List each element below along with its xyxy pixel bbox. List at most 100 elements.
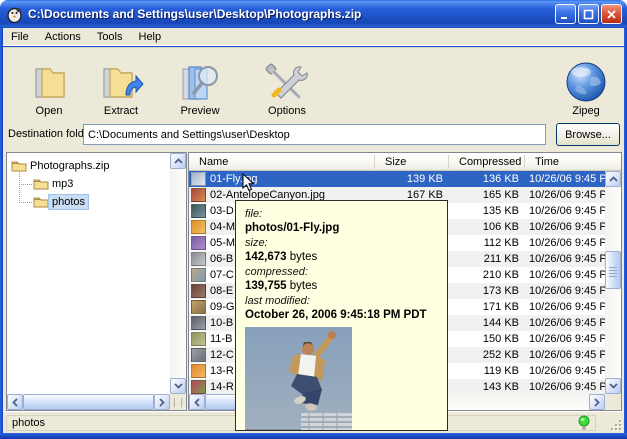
minimize-button[interactable] xyxy=(555,4,576,24)
tree-horizontal-scrollbar[interactable] xyxy=(7,394,170,410)
tree-item-mp3[interactable]: mp3 xyxy=(33,175,76,192)
window-border-left xyxy=(0,28,3,433)
file-thumbnail-icon xyxy=(191,172,206,186)
file-compressed-size: 252 KB xyxy=(449,349,525,361)
scrollbar-thumb[interactable] xyxy=(605,251,621,289)
chevron-left-icon xyxy=(12,398,18,407)
file-thumbnail-icon xyxy=(191,252,206,266)
open-folder-icon xyxy=(28,63,70,103)
file-compressed-size: 119 KB xyxy=(449,365,525,377)
file-compressed-size: 106 KB xyxy=(449,221,525,233)
resize-grip[interactable] xyxy=(609,418,622,431)
scroll-up-button[interactable] xyxy=(170,153,186,169)
file-compressed-size: 136 KB xyxy=(449,173,525,185)
scroll-left-button[interactable] xyxy=(189,394,205,410)
options-label: Options xyxy=(268,105,306,117)
file-thumbnail-icon xyxy=(191,300,206,314)
column-header-name[interactable]: Name xyxy=(189,155,375,169)
chevron-left-icon xyxy=(194,398,200,407)
file-time: 10/26/06 9:45 P xyxy=(525,221,605,233)
tooltip-compressed-label: compressed: xyxy=(245,265,438,279)
tooltip-file-value: photos/01-Fly.jpg xyxy=(245,221,438,236)
splitter-grip[interactable]: ❘❘ xyxy=(170,394,186,410)
destination-input[interactable] xyxy=(83,124,546,145)
tooltip-modified-value: October 26, 2006 9:45:18 PM PDT xyxy=(245,308,438,323)
file-time: 10/26/06 9:45 P xyxy=(525,253,605,265)
menu-file[interactable]: File xyxy=(3,29,37,45)
scroll-right-button[interactable] xyxy=(154,394,170,410)
tooltip-modified-label: last modified: xyxy=(245,294,438,308)
file-time: 10/26/06 9:45 P xyxy=(525,173,605,185)
file-thumbnail-icon xyxy=(191,204,206,218)
scroll-down-button[interactable] xyxy=(170,378,186,394)
scroll-down-button[interactable] xyxy=(605,378,621,394)
maximize-icon xyxy=(583,9,594,20)
folder-icon xyxy=(33,195,49,208)
tree-item-photos-label: photos xyxy=(49,195,88,209)
file-time: 10/26/06 9:45 P xyxy=(525,301,605,313)
scrollbar-thumb[interactable] xyxy=(23,394,154,410)
column-header-size[interactable]: Size xyxy=(375,155,449,169)
file-compressed-size: 165 KB xyxy=(449,189,525,201)
chevron-right-icon xyxy=(159,398,165,407)
file-name: 05-M xyxy=(210,237,235,249)
browse-button[interactable]: Browse... xyxy=(556,123,620,146)
menu-help[interactable]: Help xyxy=(131,29,170,45)
file-compressed-size: 150 KB xyxy=(449,333,525,345)
extract-button[interactable]: Extract xyxy=(85,51,157,117)
file-compressed-size: 210 KB xyxy=(449,269,525,281)
scroll-up-button[interactable] xyxy=(605,171,621,187)
file-name: 12-C xyxy=(210,349,234,361)
title-bar[interactable]: C:\Documents and Settings\user\Desktop\P… xyxy=(0,0,627,28)
file-compressed-size: 143 KB xyxy=(449,381,525,393)
tree-item-mp3-label: mp3 xyxy=(49,177,76,191)
open-button[interactable]: Open xyxy=(13,51,85,117)
tree-item-root[interactable]: Photographs.zip xyxy=(11,157,113,174)
file-name: 11-B xyxy=(210,333,232,345)
tree-connector xyxy=(19,184,32,185)
zipeg-button[interactable]: Zipeg xyxy=(550,51,622,117)
column-header-compressed[interactable]: Compressed xyxy=(449,155,525,169)
menu-bar: File Actions Tools Help xyxy=(3,28,624,46)
tree-connector xyxy=(19,202,32,203)
column-header-time[interactable]: Time xyxy=(525,155,605,169)
zipeg-app-icon xyxy=(6,6,23,23)
close-icon xyxy=(606,9,617,20)
tree-item-photos[interactable]: photos xyxy=(33,193,88,210)
file-info-tooltip: file: photos/01-Fly.jpg size: 142,673 by… xyxy=(235,200,448,431)
tree-item-root-label: Photographs.zip xyxy=(27,159,113,173)
folder-tree-panel: Photographs.zip mp3 photos xyxy=(6,152,187,411)
options-button[interactable]: Options xyxy=(251,51,323,117)
minimize-icon xyxy=(560,9,571,20)
file-compressed-size: 171 KB xyxy=(449,301,525,313)
chevron-down-icon xyxy=(609,383,618,389)
menu-tools[interactable]: Tools xyxy=(89,29,131,45)
folder-tree: Photographs.zip mp3 photos xyxy=(7,153,170,394)
open-label: Open xyxy=(36,105,63,117)
application-window: C:\Documents and Settings\user\Desktop\P… xyxy=(0,0,627,439)
preview-magnifier-icon xyxy=(177,63,223,103)
file-thumbnail-icon xyxy=(191,332,206,346)
mouse-cursor xyxy=(242,173,255,192)
file-name: 04-M xyxy=(210,221,235,233)
tree-vertical-scrollbar[interactable] xyxy=(170,153,186,394)
menu-actions[interactable]: Actions xyxy=(37,29,89,45)
file-size: 139 KB xyxy=(375,173,449,185)
maximize-button[interactable] xyxy=(578,4,599,24)
scroll-left-button[interactable] xyxy=(7,394,23,410)
file-time: 10/26/06 9:45 P xyxy=(525,237,605,249)
close-button[interactable] xyxy=(601,4,622,24)
folder-icon xyxy=(33,177,49,190)
chevron-up-icon xyxy=(174,158,183,164)
scroll-right-button[interactable] xyxy=(589,394,605,410)
file-time: 10/26/06 9:45 P xyxy=(525,205,605,217)
file-name: 13-R xyxy=(210,365,234,377)
window-title: C:\Documents and Settings\user\Desktop\P… xyxy=(28,7,553,21)
preview-button[interactable]: Preview xyxy=(164,51,236,117)
file-compressed-size: 173 KB xyxy=(449,285,525,297)
list-vertical-scrollbar[interactable] xyxy=(605,171,621,394)
tooltip-file-label: file: xyxy=(245,207,438,221)
chevron-up-icon xyxy=(609,176,618,182)
extract-label: Extract xyxy=(104,105,138,117)
status-light-icon xyxy=(578,415,590,431)
